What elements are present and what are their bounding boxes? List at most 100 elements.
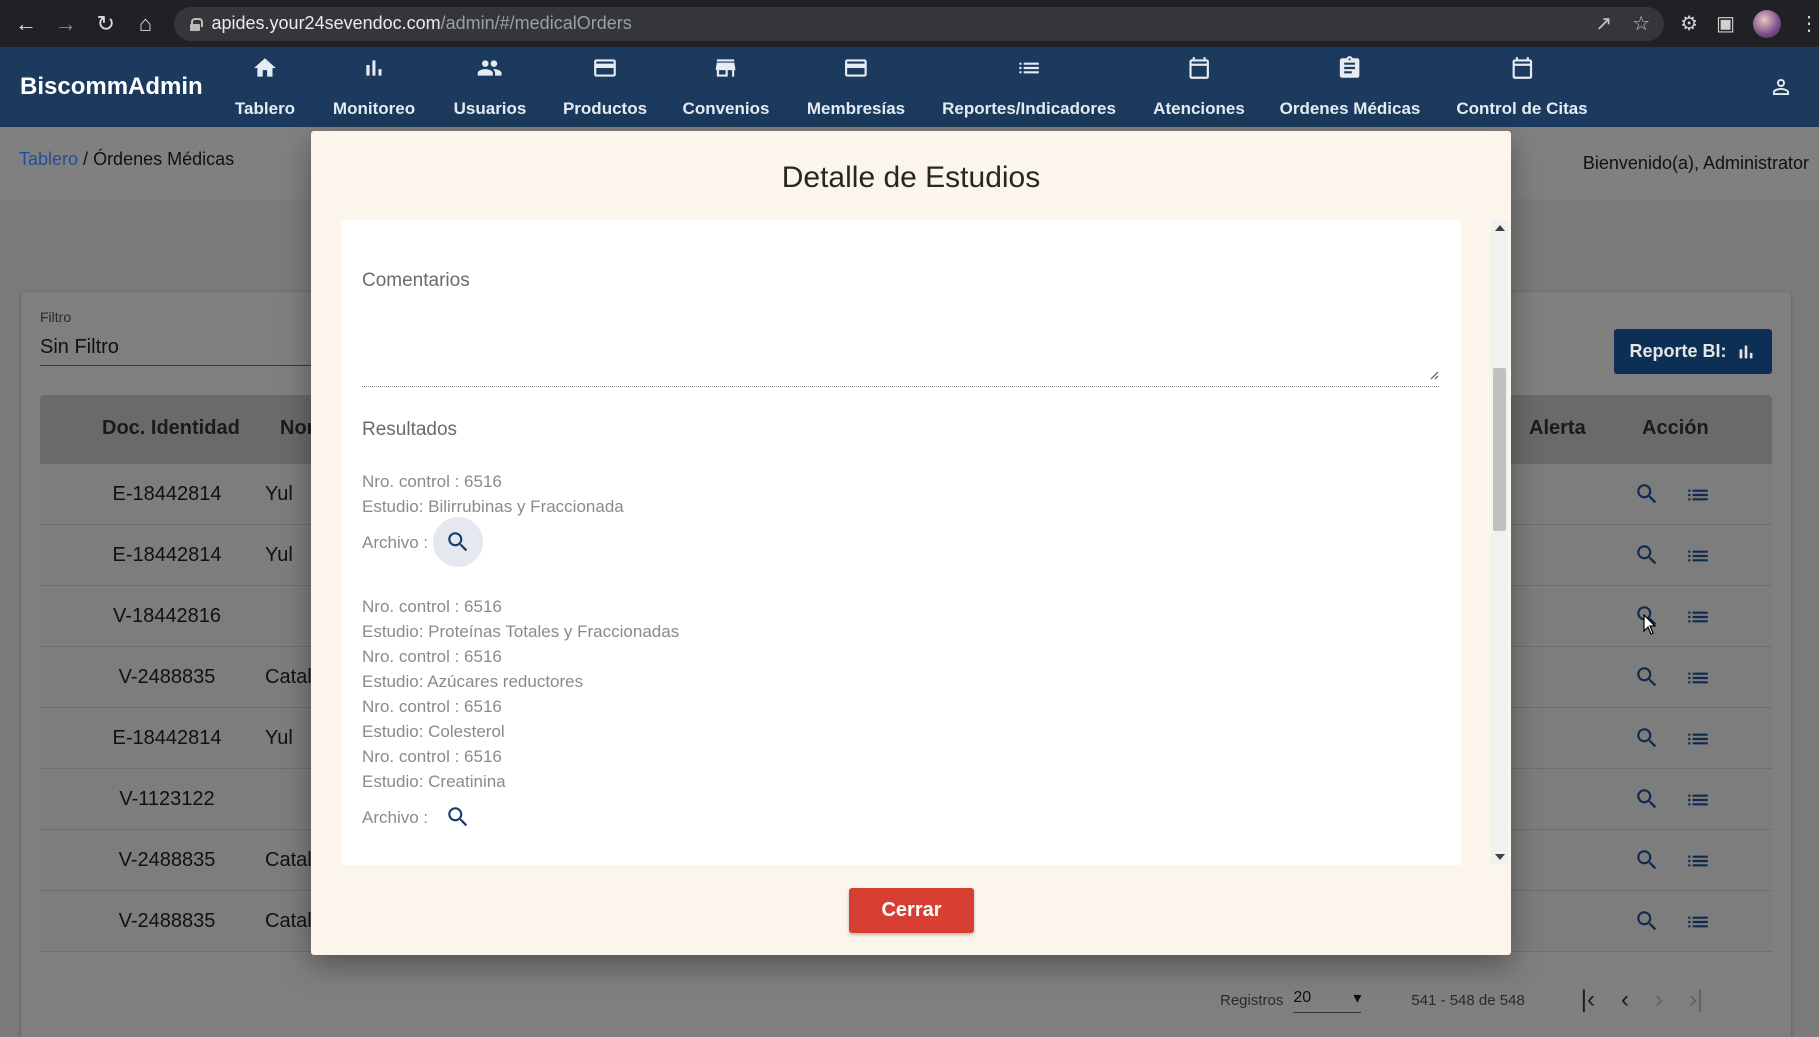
bookmark-star-icon[interactable]: ☆ <box>1632 11 1650 36</box>
cell-doc: V-1123122 <box>119 788 215 810</box>
comments-label: Comentarios <box>362 270 470 291</box>
nav-item-label: Productos <box>562 99 648 118</box>
list-icon[interactable] <box>1685 665 1711 691</box>
browser-menu-icon[interactable]: ⋮ <box>1799 11 1819 36</box>
study-name: Estudio: Proteínas Totales y Fraccionada… <box>362 622 680 641</box>
nav-item-label: Monitoreo <box>332 99 416 118</box>
cell-doc: V-2488835 <box>118 849 216 871</box>
breadcrumb: Tablero / Órdenes Médicas <box>19 149 234 170</box>
nav-item-membresias[interactable]: Membresías <box>807 47 905 127</box>
list-icon[interactable] <box>1685 482 1711 508</box>
nav-item-label: Atenciones <box>1153 99 1245 118</box>
breadcrumb-current: Órdenes Médicas <box>93 149 235 169</box>
close-button[interactable]: Cerrar <box>849 888 974 933</box>
file-label: Archivo : <box>362 808 429 827</box>
nav-item-label: Usuarios <box>453 99 527 118</box>
card-icon <box>845 59 867 77</box>
view-file-button[interactable] <box>433 792 483 842</box>
dialog-title: Detalle de Estudios <box>781 161 1041 194</box>
paginator: Registros 20 ▾ 541 - 548 de 548 |‹ ‹ › ›… <box>1220 980 1703 1020</box>
page-size-select[interactable]: 20 ▾ <box>1293 988 1362 1013</box>
first-page-icon[interactable]: |‹ <box>1581 986 1595 1014</box>
nav-item-reportes[interactable]: Reportes/Indicadores <box>942 47 1116 127</box>
sidebar-panel-icon[interactable]: ▣ <box>1716 11 1735 36</box>
extensions-puzzle-icon[interactable]: ⚙ <box>1680 11 1698 36</box>
list-icon[interactable] <box>1685 604 1711 630</box>
bar-chart-icon <box>366 60 382 76</box>
list-icon[interactable] <box>1685 726 1711 752</box>
column-header-alert: Alerta <box>1529 417 1586 439</box>
app-header: BiscommAdmin Tablero Monitoreo Usuarios … <box>0 47 1819 127</box>
search-icon[interactable] <box>1634 908 1660 934</box>
nav-item-atenciones[interactable]: Atenciones <box>1153 47 1245 127</box>
next-page-icon[interactable]: › <box>1655 986 1663 1014</box>
list-icon[interactable] <box>1685 787 1711 813</box>
resize-handle-icon[interactable] <box>1429 370 1439 380</box>
nav-item-label: Convenios <box>682 99 770 118</box>
paginator-label: Registros <box>1220 991 1284 1009</box>
dialog-content: Comentarios Resultados Nro. control : 65… <box>341 220 1461 865</box>
clipboard-icon <box>1340 56 1360 78</box>
cell-doc: E-18442814 <box>112 727 222 749</box>
home-browser-icon[interactable]: ⌂ <box>126 4 166 44</box>
nav-item-label: Control de Citas <box>1456 99 1588 118</box>
bar-chart-icon <box>1739 345 1752 358</box>
dialog-scrollbar[interactable] <box>1491 220 1508 865</box>
study-details-dialog: Detalle de Estudios Comentarios Resultad… <box>311 131 1511 955</box>
list-icon <box>1019 62 1039 74</box>
back-arrow-icon[interactable]: ← <box>6 4 46 44</box>
welcome-text: Bienvenido(a), Administrator <box>1582 153 1809 173</box>
filter-underline <box>40 365 330 366</box>
page-size-value: 20 <box>1293 988 1312 1006</box>
nav-item-usuarios[interactable]: Usuarios <box>453 47 527 127</box>
scroll-up-arrow-icon[interactable] <box>1495 225 1505 231</box>
last-page-icon[interactable]: ›| <box>1689 986 1703 1014</box>
profile-avatar[interactable] <box>1752 9 1781 38</box>
search-icon[interactable] <box>1634 542 1660 568</box>
list-icon[interactable] <box>1685 543 1711 569</box>
nav-item-label: Membresías <box>806 99 906 118</box>
nav-item-productos[interactable]: Productos <box>563 47 647 127</box>
list-icon[interactable] <box>1685 848 1711 874</box>
study-name: Estudio: Creatinina <box>362 772 506 791</box>
list-icon[interactable] <box>1685 909 1711 935</box>
account-person-icon[interactable] <box>1769 75 1793 99</box>
address-bar[interactable]: apides.your24sevendoc.com/admin/#/medica… <box>173 6 1665 41</box>
search-icon[interactable] <box>1634 481 1660 507</box>
url-path: /admin/#/medicalOrders <box>440 13 632 33</box>
comments-textarea[interactable] <box>362 300 1439 387</box>
filter-label: Filtro <box>40 309 72 325</box>
breadcrumb-link-tablero[interactable]: Tablero <box>19 149 78 169</box>
view-file-button[interactable] <box>433 517 483 567</box>
nav-item-label: Tablero <box>234 99 296 118</box>
scroll-down-arrow-icon[interactable] <box>1495 854 1505 860</box>
forward-arrow-icon[interactable]: → <box>46 4 86 44</box>
control-number: Nro. control : 6516 <box>362 597 502 616</box>
nav-item-label: Ordenes Médicas <box>1279 99 1421 118</box>
search-icon[interactable] <box>1634 847 1660 873</box>
lock-icon <box>189 17 203 31</box>
search-icon[interactable] <box>1634 725 1660 751</box>
nav-item-monitoreo[interactable]: Monitoreo <box>333 47 415 127</box>
results-label: Resultados <box>362 419 458 440</box>
control-number: Nro. control : 6516 <box>362 697 502 716</box>
scrollbar-thumb[interactable] <box>1493 368 1506 531</box>
column-header-name[interactable]: Nor <box>280 417 314 440</box>
share-icon[interactable]: ↗ <box>1595 11 1612 36</box>
search-icon[interactable] <box>1634 664 1660 690</box>
filter-select[interactable]: Sin Filtro <box>40 336 119 359</box>
browser-toolbar: ← → ↻ ⌂ apides.your24sevendoc.com/admin/… <box>0 0 1819 47</box>
nav-item-convenios[interactable]: Convenios <box>682 47 770 127</box>
calendar-icon <box>1189 57 1209 79</box>
previous-page-icon[interactable]: ‹ <box>1621 986 1629 1014</box>
nav-item-tablero[interactable]: Tablero <box>235 47 295 127</box>
calendar-icon <box>1512 57 1532 79</box>
column-header-doc[interactable]: Doc. Identidad <box>102 417 240 440</box>
nav-item-control-citas[interactable]: Control de Citas <box>1456 47 1588 127</box>
study-name: Estudio: Bilirrubinas y Fraccionada <box>362 497 624 516</box>
search-icon[interactable] <box>1634 786 1660 812</box>
reload-icon[interactable]: ↻ <box>86 4 126 44</box>
nav-item-ordenes-medicas[interactable]: Ordenes Médicas <box>1279 47 1421 127</box>
brand-logo-text[interactable]: BiscommAdmin <box>20 73 203 101</box>
report-bi-button[interactable]: Reporte BI: <box>1614 329 1772 374</box>
